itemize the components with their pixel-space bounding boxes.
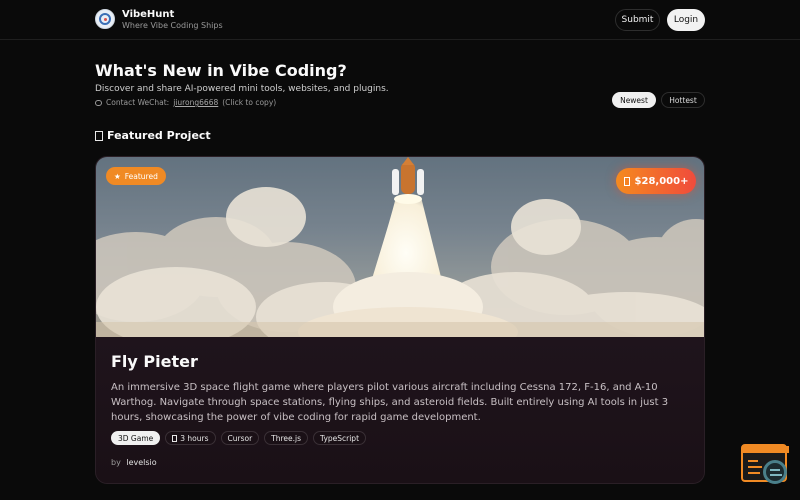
- brand-tagline: Where Vibe Coding Ships: [122, 21, 223, 30]
- magnifier-line-icon: [770, 474, 782, 476]
- tag-chip[interactable]: 3D Game: [111, 431, 161, 445]
- price-badge: $28,000+: [616, 168, 696, 194]
- featured-badge: ★ Featured: [106, 167, 166, 185]
- by-label: by: [111, 458, 121, 467]
- contact-wechat: Contact WeChat: jiurong6668 (Click to co…: [95, 98, 276, 107]
- magnifier-icon: [763, 460, 787, 484]
- project-title[interactable]: Fly Pieter: [111, 352, 198, 371]
- project-description: An immersive 3D space flight game where …: [111, 382, 669, 423]
- copy-hint: (Click to copy): [222, 98, 277, 107]
- login-button[interactable]: Login: [667, 9, 705, 31]
- sort-hottest-button[interactable]: Hottest: [661, 92, 705, 108]
- brand-name[interactable]: VibeHunt: [122, 9, 174, 20]
- vibehunt-logo[interactable]: [95, 9, 115, 29]
- tag-chip-label: 3 hours: [180, 433, 209, 443]
- missing-glyph-icon: [172, 434, 178, 442]
- sort-newest-button[interactable]: Newest: [612, 92, 656, 108]
- widget-line-icon: [748, 466, 762, 468]
- tag-chip[interactable]: 3 hours: [165, 431, 216, 445]
- logo-dot-icon: [104, 18, 107, 21]
- widget-line-icon: [748, 460, 758, 462]
- contact-prefix: Contact WeChat:: [106, 98, 170, 107]
- star-icon: ★: [114, 171, 121, 181]
- rocket-launch-illustration: [96, 157, 704, 337]
- price-label: $28,000+: [634, 175, 689, 187]
- magnifier-line-icon: [770, 469, 780, 471]
- featured-heading-label: Featured Project: [107, 129, 211, 142]
- tag-chip[interactable]: Three.js: [264, 431, 309, 445]
- missing-glyph-icon: [623, 176, 630, 186]
- widget-titlebar-icon: [743, 446, 789, 453]
- project-details: Fly Pieter An immersive 3D space flight …: [96, 337, 704, 483]
- featured-section-heading: Featured Project: [95, 129, 211, 142]
- submit-button[interactable]: Submit: [615, 9, 660, 31]
- author-link[interactable]: levelsio: [126, 458, 156, 467]
- page-title: What's New in Vibe Coding?: [95, 61, 347, 80]
- floating-code-search-widget[interactable]: [741, 444, 791, 488]
- page-description: Discover and share AI-powered mini tools…: [95, 84, 389, 94]
- widget-line-icon: [748, 472, 760, 474]
- chat-bubble-icon: [95, 99, 102, 106]
- author-byline: by levelsio: [111, 458, 157, 467]
- tag-chip[interactable]: Cursor: [220, 431, 260, 445]
- featured-project-card[interactable]: ★ Featured $28,000+ Fly Pieter An immers…: [95, 156, 705, 484]
- featured-badge-label: Featured: [124, 171, 158, 181]
- top-nav-bar: VibeHunt Where Vibe Coding Ships Submit …: [0, 0, 800, 40]
- wechat-id-copy-link[interactable]: jiurong6668: [173, 98, 218, 107]
- project-tags: 3D Game 3 hours Cursor Three.js TypeScri…: [111, 431, 367, 445]
- project-cover-image: ★ Featured $28,000+: [96, 157, 704, 337]
- tag-chip[interactable]: TypeScript: [313, 431, 367, 445]
- missing-glyph-icon: [95, 130, 103, 141]
